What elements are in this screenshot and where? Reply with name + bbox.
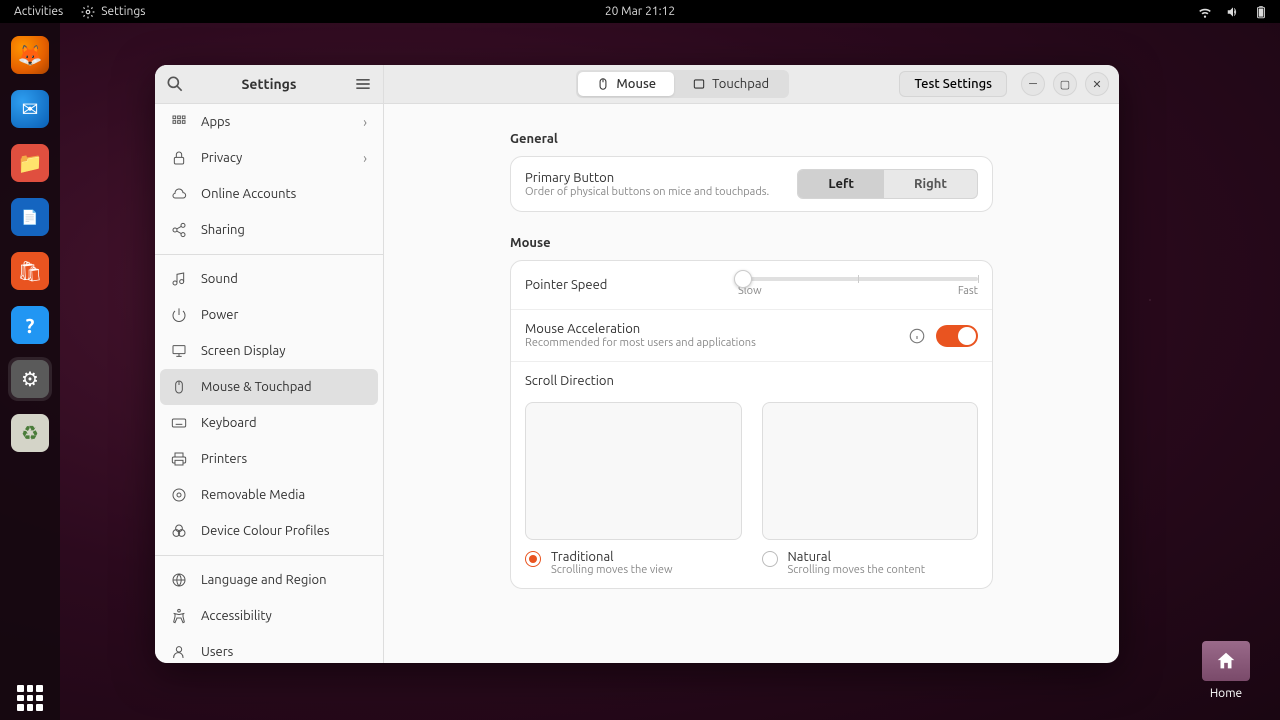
acceleration-row: Mouse Acceleration Recommended for most … xyxy=(511,310,992,362)
sidebar-item-privacy[interactable]: Privacy› xyxy=(155,140,383,176)
search-icon[interactable] xyxy=(165,74,185,94)
show-applications[interactable] xyxy=(8,676,52,720)
scroll-preview-natural[interactable] xyxy=(762,402,979,540)
app-menu-label: Settings xyxy=(101,5,145,18)
dock-writer[interactable]: 📄 xyxy=(8,195,52,239)
top-bar: Activities Settings 20 Mar 21:12 xyxy=(0,0,1280,23)
tab-touchpad[interactable]: Touchpad xyxy=(674,72,787,96)
maximize-button[interactable]: ▢ xyxy=(1053,72,1077,96)
battery-icon[interactable] xyxy=(1254,5,1268,19)
hamburger-icon[interactable] xyxy=(353,74,373,94)
sidebar-item-sound[interactable]: Sound xyxy=(155,261,383,297)
close-button[interactable]: ✕ xyxy=(1085,72,1109,96)
activities-button[interactable]: Activities xyxy=(14,5,63,19)
scroll-direction-title: Scroll Direction xyxy=(525,374,978,388)
sidebar-item-removable-media[interactable]: Removable Media xyxy=(155,477,383,513)
scroll-radio-traditional[interactable]: Traditional Scrolling moves the view xyxy=(525,550,742,576)
sidebar-item-sharing[interactable]: Sharing xyxy=(155,212,383,248)
content-body[interactable]: General Primary Button Order of physical… xyxy=(384,104,1119,663)
dock-software[interactable]: 🛍 xyxy=(8,249,52,293)
desktop-home-folder[interactable]: Home xyxy=(1202,641,1250,700)
dock-trash[interactable]: ♻ xyxy=(8,411,52,455)
clock[interactable]: 20 Mar 21:12 xyxy=(605,5,675,18)
acceleration-subtitle: Recommended for most users and applicati… xyxy=(525,337,908,349)
acceleration-toggle[interactable] xyxy=(936,325,978,347)
chevron-right-icon: › xyxy=(363,150,367,166)
sidebar-item-apps[interactable]: Apps› xyxy=(155,104,383,140)
tab-group: Mouse Touchpad xyxy=(576,70,789,98)
app-menu[interactable]: Settings xyxy=(81,5,145,19)
wifi-icon[interactable] xyxy=(1198,5,1212,19)
sidebar-item-language[interactable]: Language and Region xyxy=(155,562,383,598)
acceleration-title: Mouse Acceleration xyxy=(525,322,908,336)
dock-files[interactable]: 📁 xyxy=(8,141,52,185)
tab-mouse[interactable]: Mouse xyxy=(578,72,674,96)
content-area: Mouse Touchpad Test Settings ─ ▢ ✕ Gener… xyxy=(384,65,1119,663)
test-settings-button[interactable]: Test Settings xyxy=(899,71,1007,97)
radio-icon xyxy=(525,551,541,567)
sidebar-item-power[interactable]: Power xyxy=(155,297,383,333)
sidebar-item-mouse-touchpad[interactable]: Mouse & Touchpad xyxy=(160,369,378,405)
dock: 🦊 ✉ 📁 📄 🛍 ? ⚙ ♻ xyxy=(0,23,60,720)
dock-thunderbird[interactable]: ✉ xyxy=(8,87,52,131)
sidebar-item-online-accounts[interactable]: Online Accounts xyxy=(155,176,383,212)
scroll-direction-row: Scroll Direction Traditional Scrolling m… xyxy=(511,362,992,588)
mouse-heading: Mouse xyxy=(510,236,993,250)
sidebar-item-screen-display[interactable]: Screen Display xyxy=(155,333,383,369)
general-card: Primary Button Order of physical buttons… xyxy=(510,156,993,212)
volume-icon[interactable] xyxy=(1226,5,1240,19)
desktop-home-label: Home xyxy=(1202,687,1250,700)
dock-help[interactable]: ? xyxy=(8,303,52,347)
dock-firefox[interactable]: 🦊 xyxy=(8,33,52,77)
sidebar-item-printers[interactable]: Printers xyxy=(155,441,383,477)
content-header: Mouse Touchpad Test Settings ─ ▢ ✕ xyxy=(384,65,1119,104)
sidebar-item-users[interactable]: Users xyxy=(155,634,383,663)
primary-button-row: Primary Button Order of physical buttons… xyxy=(511,157,992,211)
settings-window: Settings Apps› Privacy› Online Accounts … xyxy=(155,65,1119,663)
pointer-speed-slider[interactable] xyxy=(738,277,978,281)
primary-button-title: Primary Button xyxy=(525,171,797,185)
radio-icon xyxy=(762,551,778,567)
primary-right-button[interactable]: Right xyxy=(884,170,977,198)
sidebar-list[interactable]: Apps› Privacy› Online Accounts Sharing S… xyxy=(155,104,383,663)
primary-button-subtitle: Order of physical buttons on mice and to… xyxy=(525,186,797,198)
sidebar-header: Settings xyxy=(155,65,383,104)
sidebar: Settings Apps› Privacy› Online Accounts … xyxy=(155,65,384,663)
sidebar-item-colour-profiles[interactable]: Device Colour Profiles xyxy=(155,513,383,549)
slider-fast-label: Fast xyxy=(958,285,978,297)
sidebar-item-accessibility[interactable]: Accessibility xyxy=(155,598,383,634)
chevron-right-icon: › xyxy=(363,114,367,130)
general-heading: General xyxy=(510,132,993,146)
info-icon[interactable] xyxy=(908,327,926,345)
dock-settings[interactable]: ⚙ xyxy=(8,357,52,401)
pointer-speed-title: Pointer Speed xyxy=(525,278,607,292)
sidebar-item-keyboard[interactable]: Keyboard xyxy=(155,405,383,441)
scroll-preview-traditional[interactable] xyxy=(525,402,742,540)
mouse-card: Pointer Speed Slow Fast xyxy=(510,260,993,589)
minimize-button[interactable]: ─ xyxy=(1021,72,1045,96)
pointer-speed-row: Pointer Speed Slow Fast xyxy=(511,261,992,310)
primary-left-button[interactable]: Left xyxy=(798,170,884,198)
window-title: Settings xyxy=(185,76,353,92)
slider-thumb[interactable] xyxy=(734,270,752,288)
primary-button-selector: Left Right xyxy=(797,169,978,199)
scroll-radio-natural[interactable]: Natural Scrolling moves the content xyxy=(762,550,979,576)
